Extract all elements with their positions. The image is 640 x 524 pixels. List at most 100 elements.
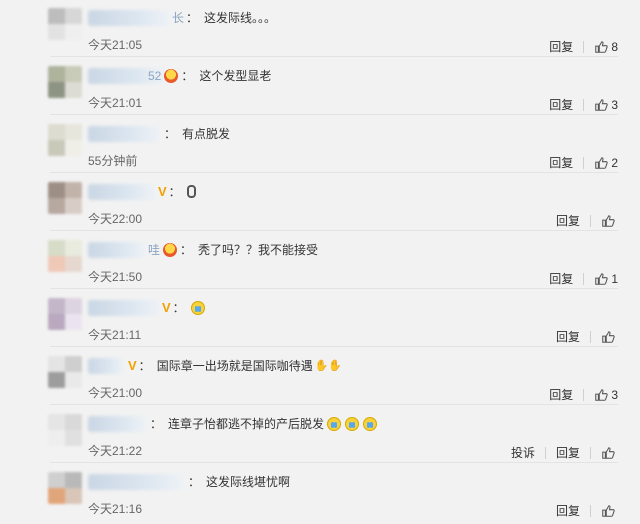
divider bbox=[50, 172, 618, 173]
clapping-hands-icon: ✋✋ bbox=[314, 360, 343, 372]
thumbs-up-icon bbox=[602, 330, 615, 343]
like-count: 8 bbox=[611, 39, 618, 54]
thumbs-up-icon bbox=[595, 156, 609, 169]
avatar[interactable] bbox=[48, 240, 82, 272]
comment-line: V ： bbox=[156, 183, 196, 200]
timestamp: 今天21:16 bbox=[88, 502, 143, 516]
comment-line: ： 有点脱发 bbox=[164, 127, 231, 141]
comment-text: 这发际线。。。 bbox=[204, 11, 277, 25]
avatar[interactable] bbox=[48, 66, 82, 98]
comment-actions: 投诉 回复 bbox=[511, 444, 618, 461]
thumbs-up-icon bbox=[595, 272, 609, 285]
username[interactable] bbox=[88, 184, 156, 200]
like-button[interactable]: 3 bbox=[594, 98, 618, 112]
divider bbox=[50, 56, 618, 57]
comment-actions: 回复 3 bbox=[549, 96, 618, 113]
timestamp: 今天22:00 bbox=[88, 212, 143, 226]
comment-line: 哇 ： 秃了吗？？我不能接受 bbox=[148, 242, 319, 257]
comment-actions: 回复 bbox=[556, 502, 618, 519]
username-fragment: 哇 bbox=[148, 243, 161, 257]
like-button[interactable] bbox=[601, 446, 618, 460]
username[interactable] bbox=[88, 358, 124, 374]
divider bbox=[50, 288, 618, 289]
timestamp: 今天21:01 bbox=[88, 96, 143, 110]
username[interactable] bbox=[88, 126, 160, 142]
like-button[interactable] bbox=[601, 214, 618, 228]
thumbs-up-icon bbox=[602, 214, 615, 227]
avatar[interactable] bbox=[48, 298, 82, 330]
comment-actions: 回复 1 bbox=[549, 270, 618, 287]
thumbs-up-icon bbox=[595, 40, 609, 53]
comment-text: 连章子怡都逃不掉的产后脱发 bbox=[168, 417, 325, 431]
divider bbox=[590, 446, 591, 459]
comment-line: ： 这发际线堪忧啊 bbox=[188, 475, 291, 489]
divider bbox=[583, 388, 585, 401]
comment-actions: 回复 bbox=[556, 328, 618, 345]
divider bbox=[590, 330, 591, 343]
divider bbox=[50, 462, 618, 463]
like-button[interactable]: 1 bbox=[594, 272, 618, 286]
like-count: 3 bbox=[611, 387, 618, 402]
reply-button[interactable]: 回复 bbox=[549, 96, 573, 113]
reply-button[interactable]: 回复 bbox=[549, 154, 573, 171]
like-button[interactable]: 2 bbox=[594, 156, 618, 170]
username[interactable] bbox=[88, 416, 146, 432]
avatar[interactable] bbox=[48, 356, 82, 388]
comment-item: 长 ： 这发际线。。。 今天21:05 回复 8 bbox=[0, 0, 640, 57]
comment-item: ： 有点脱发 55分钟前 回复 2 bbox=[0, 116, 640, 173]
comment-item: V ： 今天21:11 回复 bbox=[0, 290, 640, 347]
crying-emoji-icon bbox=[327, 416, 342, 431]
microphone-emoji-icon bbox=[186, 185, 196, 198]
comment-actions: 回复 bbox=[556, 212, 618, 229]
username[interactable] bbox=[88, 474, 184, 490]
like-button[interactable]: 3 bbox=[594, 388, 618, 402]
username[interactable] bbox=[88, 242, 146, 258]
username-fragment: 长 bbox=[172, 11, 185, 25]
like-button[interactable] bbox=[601, 504, 618, 518]
verified-badge-icon: V bbox=[158, 184, 167, 199]
like-button[interactable] bbox=[601, 330, 618, 344]
crying-emoji-icon bbox=[363, 416, 378, 431]
divider bbox=[50, 404, 618, 405]
like-button[interactable]: 8 bbox=[594, 40, 618, 54]
username[interactable] bbox=[88, 300, 160, 316]
username[interactable] bbox=[88, 10, 170, 26]
reply-button[interactable]: 回复 bbox=[549, 270, 573, 287]
timestamp: 今天21:22 bbox=[88, 444, 143, 458]
thumbs-up-icon bbox=[602, 446, 615, 459]
avatar[interactable] bbox=[48, 414, 82, 446]
comment-actions: 回复 3 bbox=[549, 386, 618, 403]
comment-text: 这发际线堪忧啊 bbox=[206, 475, 291, 489]
reply-button[interactable]: 回复 bbox=[556, 328, 580, 345]
comment-text: 秃了吗？？我不能接受 bbox=[198, 243, 319, 257]
timestamp: 今天21:50 bbox=[88, 270, 143, 284]
timestamp: 55分钟前 bbox=[88, 154, 138, 168]
comment-item: V ： 国际章一出场就是国际咖待遇 ✋✋ 今天21:00 回复 3 bbox=[0, 348, 640, 405]
reply-button[interactable]: 回复 bbox=[549, 38, 573, 55]
comment-line: V ： 国际章一出场就是国际咖待遇 ✋✋ bbox=[128, 358, 343, 373]
like-count: 2 bbox=[611, 155, 618, 170]
avatar[interactable] bbox=[48, 182, 82, 214]
reply-button[interactable]: 回复 bbox=[556, 502, 580, 519]
comment-actions: 回复 8 bbox=[549, 38, 618, 55]
divider bbox=[50, 230, 618, 231]
comment-line: 长 ： 这发际线。。。 bbox=[172, 11, 277, 25]
divider bbox=[583, 156, 585, 169]
comment-line: V ： bbox=[160, 299, 206, 316]
avatar[interactable] bbox=[48, 124, 82, 156]
reply-button[interactable]: 回复 bbox=[556, 212, 580, 229]
crying-emoji-icon bbox=[345, 416, 360, 431]
reply-button[interactable]: 回复 bbox=[556, 444, 580, 461]
divider bbox=[590, 214, 591, 227]
reply-button[interactable]: 回复 bbox=[549, 386, 573, 403]
timestamp: 今天21:05 bbox=[88, 38, 143, 52]
divider bbox=[590, 504, 591, 517]
avatar[interactable] bbox=[48, 472, 82, 504]
crown-badge-icon bbox=[164, 68, 179, 83]
comment-line: ： 连章子怡都逃不掉的产后脱发 bbox=[148, 415, 378, 432]
avatar[interactable] bbox=[48, 8, 82, 40]
comment-item: ： 连章子怡都逃不掉的产后脱发 今天21:22 投诉 回复 bbox=[0, 406, 640, 463]
thumbs-up-icon bbox=[602, 504, 615, 517]
comment-text: 有点脱发 bbox=[182, 127, 231, 141]
report-button[interactable]: 投诉 bbox=[511, 444, 535, 461]
